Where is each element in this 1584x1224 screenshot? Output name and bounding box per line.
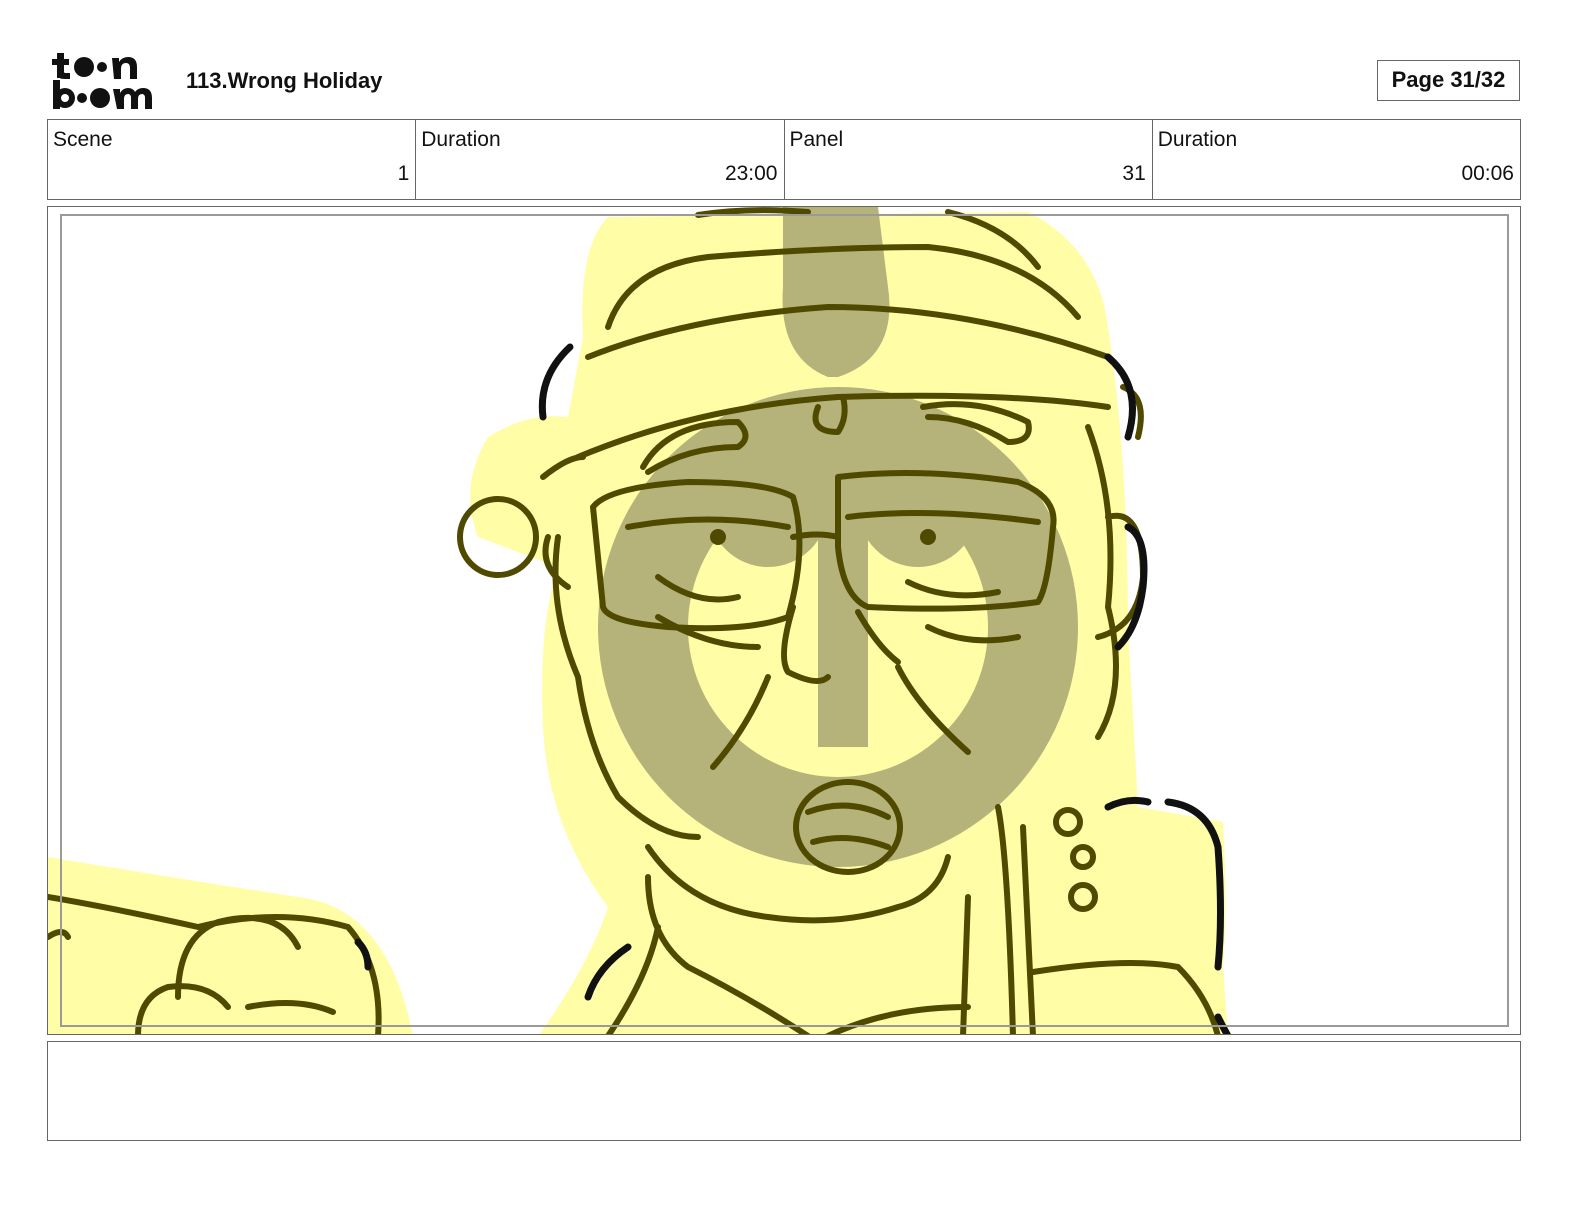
panel-duration-value: 00:06 [1461,162,1514,185]
toon-boom-logo [50,50,165,112]
project-title: 113.Wrong Holiday [186,68,383,93]
page-indicator: Page 31/32 [1377,60,1520,101]
panel-duration-cell: Duration 00:06 [1151,120,1520,199]
scene-duration-cell: Duration 23:00 [415,120,783,199]
scene-cell: Scene 1 [48,120,415,199]
storyboard-panel [47,206,1521,1035]
panel-cell: Panel 31 [783,120,1152,199]
panel-label: Panel [789,128,844,151]
panel-notes-box[interactable] [47,1041,1521,1141]
scene-duration-label: Duration [421,128,501,151]
panel-sketch [48,207,1231,1034]
panel-value: 31 [1122,162,1146,185]
panel-info-table: Scene 1 Duration 23:00 Panel 31 Duration… [47,119,1521,200]
scene-label: Scene [53,128,113,151]
scene-duration-value: 23:00 [724,162,778,185]
scene-value: 1 [397,162,410,185]
panel-duration-label: Duration [1157,128,1238,151]
